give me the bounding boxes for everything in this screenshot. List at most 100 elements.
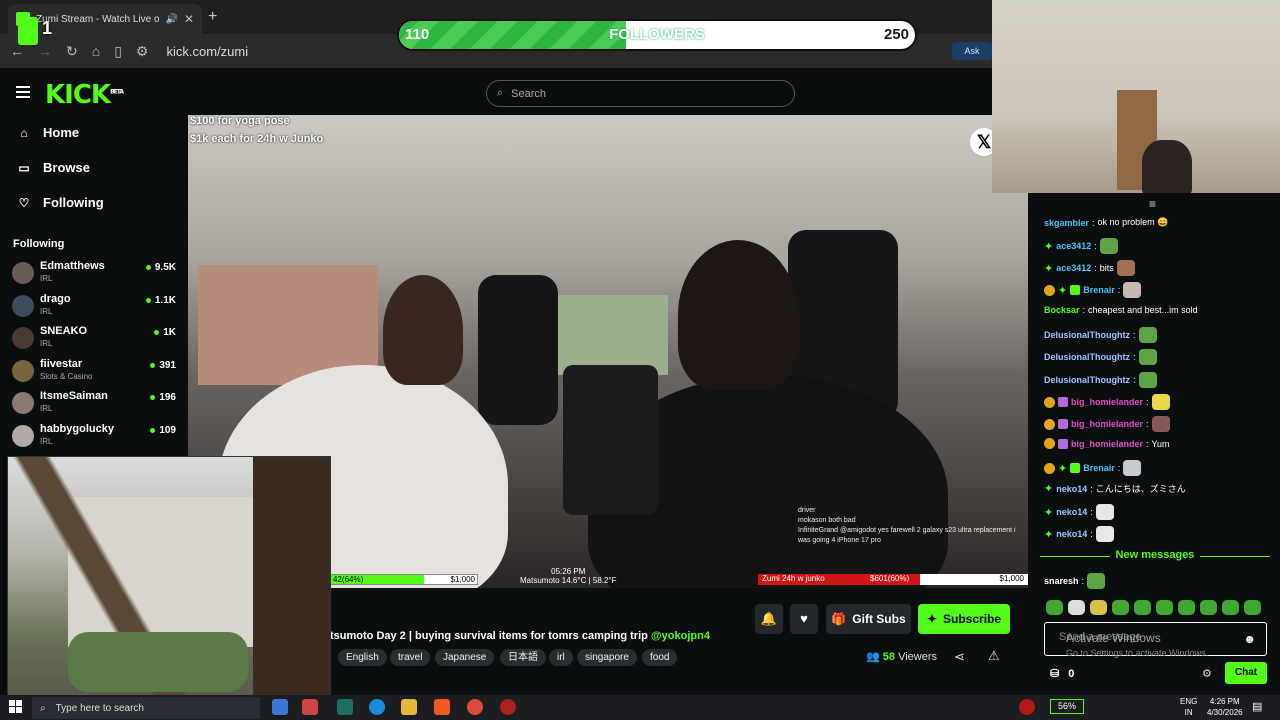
channel-name: ItsmeSaiman	[40, 390, 108, 402]
address-bar[interactable]: kick.com/zumi	[166, 44, 248, 59]
emote-icon[interactable]	[1046, 600, 1063, 615]
task-view-icon[interactable]	[272, 699, 288, 715]
brave-icon[interactable]	[434, 699, 450, 715]
channel-name: habbygolucky	[40, 423, 114, 435]
following-channel[interactable]: SNEAKO IRL 1K	[12, 323, 182, 353]
forward-icon[interactable]: →	[38, 43, 52, 59]
new-tab-icon[interactable]: +	[208, 8, 217, 26]
tag[interactable]: Japanese	[435, 649, 495, 666]
close-tab-icon[interactable]: ✕	[184, 12, 194, 26]
emote-icon[interactable]	[1222, 600, 1239, 615]
chat-username[interactable]: Brenair	[1083, 463, 1115, 473]
ask-button[interactable]: Ask	[952, 42, 992, 60]
emote-icon[interactable]	[1112, 600, 1129, 615]
terminal-icon[interactable]	[337, 699, 353, 715]
chat-username[interactable]: snaresh	[1044, 576, 1079, 586]
chat-username[interactable]: skgambler	[1044, 218, 1089, 228]
taskbar-search-input[interactable]: ⌕ Type here to search	[32, 697, 260, 719]
search-icon: ⌕	[40, 702, 46, 714]
taskbar-clock[interactable]: 4:26 PM 4/30/2026	[1207, 696, 1243, 718]
search-input[interactable]: ⌕ Search	[486, 80, 795, 107]
emote-icon[interactable]	[1200, 600, 1217, 615]
subscribe-button[interactable]: ✦ Subscribe	[918, 604, 1010, 634]
tag[interactable]: irl	[549, 649, 573, 666]
tag[interactable]: singapore	[577, 649, 637, 666]
following-channel[interactable]: habbygolucky IRL 109	[12, 421, 182, 451]
recording-icon[interactable]	[1019, 699, 1035, 715]
gift-icon: 🎁	[831, 612, 847, 626]
chat-username[interactable]: big_homielander	[1071, 397, 1143, 407]
following-channel[interactable]: fiivestar Slots & Casino 391	[12, 356, 182, 386]
edge-icon[interactable]	[369, 699, 385, 715]
chat-send-button[interactable]: Chat	[1225, 662, 1267, 684]
chat-username[interactable]: DelusionalThoughtz	[1044, 375, 1130, 385]
tag[interactable]: travel	[390, 649, 431, 666]
home-browser-icon[interactable]: ⌂	[92, 43, 100, 59]
following-channel[interactable]: drago IRL 1.1K	[12, 291, 182, 321]
chat-message: big_homielander:	[1044, 394, 1170, 410]
chat-settings-icon[interactable]: ⚙	[1202, 667, 1212, 680]
plants	[68, 632, 248, 692]
emote-icon[interactable]	[1244, 600, 1261, 615]
subscriber-badge-icon	[1044, 462, 1055, 474]
chat-username[interactable]: DelusionalThoughtz	[1044, 352, 1130, 362]
emote-icon[interactable]	[1156, 600, 1173, 615]
back-icon[interactable]: ←	[10, 43, 24, 59]
chat-message: snaresh:	[1044, 573, 1106, 589]
notification-bell-button[interactable]: 🔔	[755, 604, 783, 634]
channel-category: IRL	[40, 274, 53, 283]
emote-icon[interactable]	[1068, 600, 1085, 615]
battery-indicator[interactable]: 56%	[1050, 699, 1084, 714]
nav-home[interactable]: ⌂ Home	[17, 125, 79, 140]
chat-username[interactable]: ace3412	[1056, 241, 1091, 251]
chat-collapse-icon[interactable]: ≡	[1149, 197, 1156, 211]
emote-icon[interactable]	[1090, 600, 1107, 615]
chrome-icon[interactable]	[467, 699, 483, 715]
sidebar-toggle-icon[interactable]: ▯	[114, 43, 122, 60]
chat-username[interactable]: big_homielander	[1071, 439, 1143, 449]
car-window-rear	[548, 295, 668, 375]
chat-username[interactable]: Brenair	[1083, 285, 1115, 295]
following-channel[interactable]: Edmatthews IRL 9.5K	[12, 258, 182, 288]
share-icon[interactable]: ⋖	[954, 649, 965, 665]
nav-browse-label: Browse	[43, 160, 90, 175]
obs-icon[interactable]	[500, 699, 516, 715]
notification-icon[interactable]: ▤	[1252, 700, 1262, 713]
emote-icon[interactable]	[1178, 600, 1195, 615]
file-explorer-icon[interactable]	[401, 699, 417, 715]
channel-points[interactable]: ⛁ 0	[1050, 667, 1074, 680]
follow-button[interactable]: ♥	[790, 604, 818, 634]
emote-icon[interactable]	[1134, 600, 1151, 615]
chat-username[interactable]: Bocksar	[1044, 305, 1080, 315]
followers-goal-current: 110	[405, 26, 430, 43]
chat-text: Yum	[1151, 438, 1170, 449]
emoji-icon[interactable]: ☻	[1243, 632, 1256, 646]
report-icon[interactable]: ⚠	[988, 648, 1000, 664]
speaker-icon[interactable]: 🔊	[165, 14, 177, 25]
new-messages-divider[interactable]: New messages	[1040, 549, 1270, 561]
gift-subs-button[interactable]: 🎁 Gift Subs	[826, 604, 911, 634]
site-info-icon[interactable]: ⚙	[136, 43, 149, 60]
following-channel[interactable]: ItsmeSaiman IRL 196	[12, 388, 182, 418]
chat-username[interactable]: neko14	[1056, 484, 1087, 494]
chat-message: DelusionalThoughtz:	[1044, 349, 1157, 365]
kick-logo[interactable]: KICKBETA	[45, 80, 124, 110]
reload-icon[interactable]: ↻	[66, 43, 78, 60]
tag[interactable]: 日本語	[500, 649, 546, 666]
tag[interactable]: English	[338, 649, 387, 666]
tag[interactable]: food	[642, 649, 678, 666]
chat-username[interactable]: DelusionalThoughtz	[1044, 330, 1130, 340]
nav-browse[interactable]: ▭ Browse	[17, 160, 90, 175]
nav-following[interactable]: ♡ Following	[17, 195, 104, 210]
live-dot	[150, 362, 156, 368]
chat-username[interactable]: ace3412	[1056, 263, 1091, 273]
language-indicator[interactable]: ENG IN	[1180, 696, 1197, 718]
menu-icon[interactable]	[16, 86, 30, 98]
chat-username[interactable]: big_homielander	[1071, 419, 1143, 429]
windows-start-icon[interactable]	[9, 700, 22, 713]
stream-title-mention[interactable]: @yokojpn4	[651, 630, 710, 642]
webcam-overlay-outdoor	[7, 456, 331, 696]
app-icon[interactable]	[302, 699, 318, 715]
chat-username[interactable]: neko14	[1056, 529, 1087, 539]
chat-username[interactable]: neko14	[1056, 507, 1087, 517]
